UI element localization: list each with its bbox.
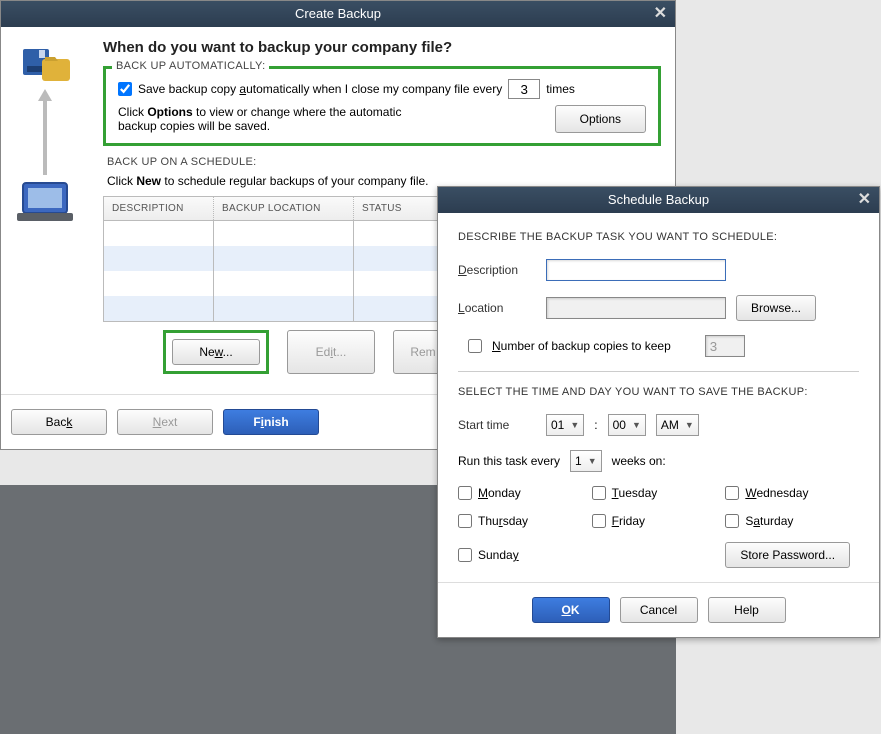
copies-checkbox[interactable] [468,339,482,353]
auto-backup-times-input[interactable] [508,79,540,99]
close-icon-2[interactable]: ✕ [858,187,871,213]
description-input[interactable] [546,259,726,281]
cancel-button[interactable]: Cancel [620,597,698,623]
window-title: Create Backup [295,6,381,21]
thursday-label: Thursday [478,514,528,528]
options-button[interactable]: Options [555,105,646,133]
thursday-checkbox[interactable] [458,514,472,528]
next-button[interactable]: Next [117,409,213,435]
back-button[interactable]: Back [11,409,107,435]
run-every-suffix: weeks on: [612,454,666,468]
description-label: Description [458,263,536,277]
describe-header: DESCRIBE THE BACKUP TASK YOU WANT TO SCH… [458,231,859,243]
wednesday-label: Wednesday [745,486,808,500]
window-title-2: Schedule Backup [608,192,709,207]
minute-select[interactable]: 00▼ [608,414,646,436]
titlebar-create-backup: Create Backup ✕ [1,1,675,27]
saturday-label: Saturday [745,514,793,528]
auto-backup-label: Save backup copy automatically when I cl… [138,82,502,96]
weeks-select[interactable]: 1▼ [570,450,602,472]
options-hint: Click Options to view or change where th… [118,105,408,133]
titlebar-schedule-backup: Schedule Backup ✕ [438,187,879,213]
copies-input [705,335,745,357]
tuesday-label: Tuesday [612,486,658,500]
close-icon[interactable]: ✕ [654,1,667,27]
ampm-select[interactable]: AM▼ [656,414,699,436]
browse-button[interactable]: Browse... [736,295,816,321]
sunday-checkbox[interactable] [458,548,472,562]
new-button-highlight: New... [163,330,269,374]
location-label: Location [458,301,536,315]
chevron-down-icon: ▼ [588,456,597,466]
time-colon: : [594,418,597,432]
friday-label: Friday [612,514,645,528]
copies-label: Number of backup copies to keep [492,339,671,353]
th-location: BACKUP LOCATION [214,197,354,220]
chevron-down-icon: ▼ [570,420,579,430]
auto-backup-section: BACK UP AUTOMATICALLY: Save backup copy … [103,66,661,146]
edit-button[interactable]: Edit... [287,330,375,374]
page-heading: When do you want to backup your company … [103,39,661,56]
ok-button[interactable]: OK [532,597,610,623]
friday-checkbox[interactable] [592,514,606,528]
chevron-down-icon: ▼ [632,420,641,430]
sunday-label: Sunday [478,548,519,562]
wizard-sidebar [1,27,89,394]
finish-button[interactable]: Finish [223,409,319,435]
store-password-button[interactable]: Store Password... [725,542,850,568]
backup-flow-icon [9,35,81,235]
run-every-prefix: Run this task every [458,454,560,468]
chevron-down-icon: ▼ [685,420,694,430]
wednesday-checkbox[interactable] [725,486,739,500]
auto-backup-times-suffix: times [546,82,575,96]
location-input[interactable] [546,297,726,319]
hour-select[interactable]: 01▼ [546,414,584,436]
start-time-label: Start time [458,418,536,432]
new-button[interactable]: New... [172,339,260,365]
schedule-backup-window: Schedule Backup ✕ DESCRIBE THE BACKUP TA… [437,186,880,638]
tuesday-checkbox[interactable] [592,486,606,500]
saturday-checkbox[interactable] [725,514,739,528]
monday-label: Monday [478,486,521,500]
schedule-section-title: BACK UP ON A SCHEDULE: [107,156,661,168]
monday-checkbox[interactable] [458,486,472,500]
help-button[interactable]: Help [708,597,786,623]
auto-backup-checkbox[interactable] [118,82,132,96]
th-description: DESCRIPTION [104,197,214,220]
auto-section-title: BACK UP AUTOMATICALLY: [112,60,269,72]
time-header: SELECT THE TIME AND DAY YOU WANT TO SAVE… [458,386,859,398]
